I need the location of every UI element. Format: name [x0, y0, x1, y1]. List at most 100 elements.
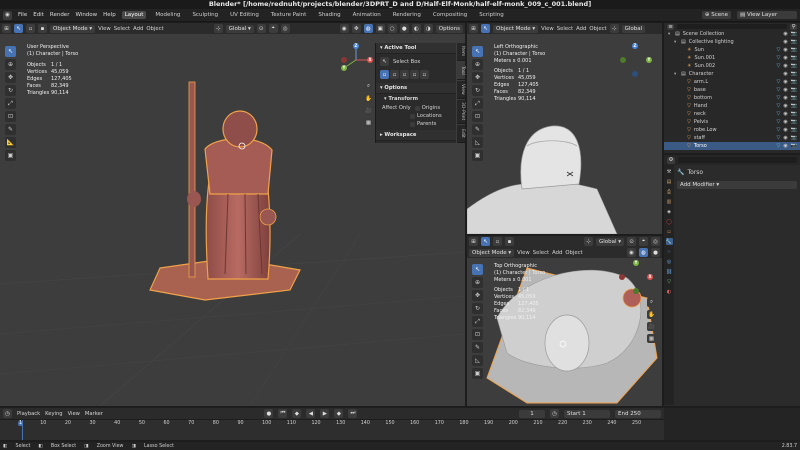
menu-render[interactable]: Render	[50, 12, 70, 18]
eye-icon[interactable]: ◉	[783, 31, 787, 37]
left-viewport[interactable]: Left Orthographic (1) Character | Torso …	[467, 34, 662, 234]
measure-tool-icon[interactable]: 📐	[5, 137, 16, 148]
camera-render-icon[interactable]: 📷	[791, 79, 797, 85]
camera-render-icon[interactable]: 📷	[791, 103, 797, 109]
navigation-gizmo[interactable]: Z Y	[617, 42, 653, 78]
origins-checkbox[interactable]	[414, 105, 420, 111]
navigation-gizmo[interactable]: Y X	[619, 260, 653, 294]
eye-icon[interactable]: ◉	[783, 143, 787, 149]
outliner-item[interactable]: ▽ arm.L ▽ ◉ 📷	[664, 78, 800, 86]
outliner-item[interactable]: ☀ Sun.002 ▽ ◉ 📷	[664, 62, 800, 70]
xray-icon[interactable]: ▣	[375, 24, 385, 33]
overlay-icon[interactable]: ◍	[363, 24, 373, 33]
outliner-item[interactable]: ▽ neck ▽ ◉ 📷	[664, 110, 800, 118]
editor-type-icon[interactable]: ⊞	[2, 24, 11, 33]
locations-checkbox[interactable]	[410, 113, 415, 119]
outliner-item[interactable]: ▾ ▤ Collective lighting ◉ 📷	[664, 38, 800, 46]
transform-tool-icon[interactable]: ⊡	[472, 111, 483, 122]
camera-render-icon[interactable]: 📷	[791, 63, 797, 69]
tab-scripting[interactable]: Scripting	[476, 11, 506, 19]
rotate-tool-icon[interactable]: ↻	[472, 303, 483, 314]
object-mode-dropdown[interactable]: Object Mode ▾	[493, 24, 539, 33]
outliner-item[interactable]: ▽ base ▽ ◉ 📷	[664, 86, 800, 94]
grid-icon[interactable]: ▦	[364, 118, 373, 127]
material-tab-icon[interactable]: ◐	[666, 288, 673, 295]
add-menu[interactable]: Add	[576, 26, 586, 32]
select-extend-icon[interactable]: ▫	[493, 237, 502, 246]
expand-arrow-icon[interactable]: ▾	[674, 40, 678, 45]
scale-tool-icon[interactable]: ⤢	[472, 98, 483, 109]
menu-edit[interactable]: Edit	[33, 12, 44, 18]
eye-icon[interactable]: ◉	[783, 127, 787, 133]
eye-icon[interactable]: ◉	[783, 103, 787, 109]
select-mode-icon[interactable]: ↖	[481, 237, 490, 246]
pivot-icon[interactable]: ⊙	[627, 237, 636, 246]
move-tool-icon[interactable]: ✥	[472, 290, 483, 301]
mode-extend-icon[interactable]: ▫	[390, 70, 399, 79]
data-tab-icon[interactable]: ▽	[666, 278, 673, 285]
editor-type-icon[interactable]: ≡	[667, 23, 674, 30]
outliner-item[interactable]: ▽ Torso ▽ ◉ 📷	[664, 142, 800, 150]
sidebar-tab-item[interactable]: Item	[457, 43, 465, 61]
top-viewport[interactable]: Top Orthographic (1) Character | Torso M…	[467, 258, 662, 406]
render-tab-icon[interactable]: ▤	[666, 178, 673, 185]
playback-menu[interactable]: Playback	[17, 411, 40, 417]
orientation-icon[interactable]: ⊹	[213, 24, 223, 33]
object-tab-icon[interactable]: ▫	[666, 228, 673, 235]
annotate-tool-icon[interactable]: ✎	[5, 124, 16, 135]
select-menu[interactable]: Select	[557, 26, 573, 32]
snap-icon[interactable]: ⌖	[639, 237, 648, 246]
add-menu[interactable]: Add	[552, 250, 562, 256]
tab-layout[interactable]: Layout	[121, 11, 147, 19]
visibility-icon[interactable]: ◉	[627, 248, 636, 257]
select-box-row[interactable]: ↖ Select Box	[376, 54, 456, 69]
proportional-edit-icon[interactable]: ◎	[651, 237, 660, 246]
measure-tool-icon[interactable]: ◺	[472, 355, 483, 366]
pivot-icon[interactable]: ⊙	[256, 24, 266, 33]
jump-end-icon[interactable]: ⏭	[348, 409, 358, 418]
add-cube-tool-icon[interactable]: ▣	[472, 150, 483, 161]
camera-render-icon[interactable]: 📷	[791, 95, 797, 101]
start-frame-field[interactable]: Start 1	[564, 409, 610, 418]
material-shading-icon[interactable]: ◐	[411, 24, 421, 33]
properties-search-input[interactable]	[678, 157, 797, 163]
gizmo-icon[interactable]: ✥	[351, 24, 361, 33]
eye-icon[interactable]: ◉	[783, 39, 787, 45]
camera-render-icon[interactable]: 📷	[791, 119, 797, 125]
options-header[interactable]: ▾ Options	[376, 83, 456, 94]
cursor-tool-icon[interactable]: ⊕	[472, 277, 483, 288]
outliner-item[interactable]: ▾ ▤ Character ◉ 📷	[664, 70, 800, 78]
scale-tool-icon[interactable]: ⤢	[472, 316, 483, 327]
grid-icon[interactable]: ▦	[647, 334, 656, 343]
output-tab-icon[interactable]: ⎙	[666, 188, 673, 195]
outliner-item[interactable]: ▽ Pelvis ▽ ◉ 📷	[664, 118, 800, 126]
camera-render-icon[interactable]: 📷	[791, 143, 797, 149]
select-subtract-icon[interactable]: ▪	[38, 24, 47, 33]
object-menu[interactable]: Object	[565, 250, 582, 256]
move-tool-icon[interactable]: ✥	[472, 72, 483, 83]
view-menu[interactable]: View	[98, 26, 111, 32]
tool-tab-icon[interactable]: ⚒	[666, 168, 673, 175]
snap-icon[interactable]: ⌖	[268, 24, 278, 33]
object-mode-dropdown[interactable]: Object Mode ▾	[50, 24, 96, 33]
scale-tool-icon[interactable]: ⤢	[5, 98, 16, 109]
move-tool-icon[interactable]: ✥	[5, 72, 16, 83]
orientation-icon[interactable]: ⊹	[583, 237, 593, 246]
active-tool-header[interactable]: ▾ Active Tool	[376, 43, 456, 54]
orientation-dropdown[interactable]: Global	[621, 24, 646, 33]
pan-icon[interactable]: ✋	[647, 310, 656, 319]
pan-icon[interactable]: ✋	[364, 94, 373, 103]
blender-logo-icon[interactable]: ◉	[3, 10, 12, 20]
current-frame-field[interactable]: 1	[519, 409, 545, 418]
marker-menu[interactable]: Marker	[85, 411, 103, 417]
select-extend-icon[interactable]: ▫	[26, 24, 35, 33]
rotate-tool-icon[interactable]: ↻	[5, 85, 16, 96]
sidebar-tab-view[interactable]: View	[457, 81, 465, 99]
modifier-tab-icon[interactable]: 🔧	[665, 238, 673, 245]
navigation-gizmo[interactable]: Z X Y	[338, 42, 374, 78]
eye-icon[interactable]: ◉	[783, 63, 787, 69]
prev-key-icon[interactable]: ◆	[292, 409, 302, 418]
mode-set-icon[interactable]: ▫	[380, 70, 389, 79]
play-reverse-icon[interactable]: ◀	[306, 409, 316, 418]
end-frame-field[interactable]: End 250	[615, 409, 661, 418]
